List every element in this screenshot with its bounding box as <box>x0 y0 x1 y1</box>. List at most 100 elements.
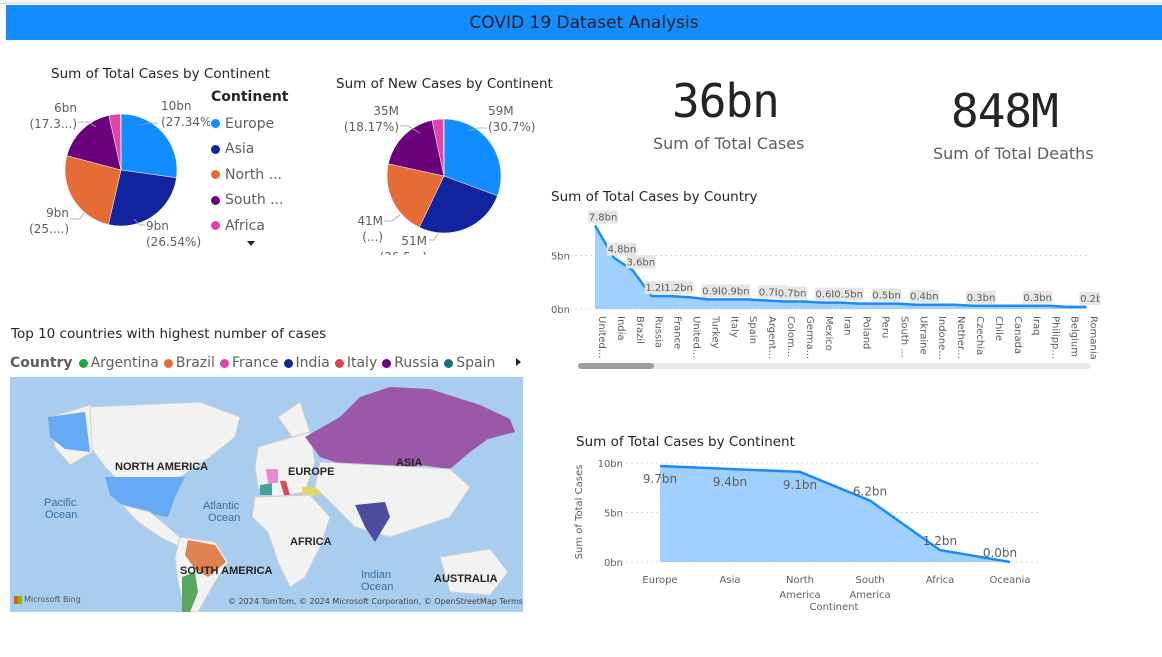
x-tick-label: Europe <box>642 575 677 586</box>
data-label: 0.9bn <box>721 286 750 297</box>
y-tick-label: 5bn <box>604 509 623 520</box>
pie2-title: Sum of New Cases by Continent <box>336 76 553 92</box>
pie-total-cases-chart[interactable]: 10bn (27.34%) 9bn (26.54%) 9bn (25....) 6bn (17… <box>0 85 210 255</box>
map-label: Ocean <box>361 581 393 593</box>
map-legend-item[interactable]: Brazil <box>163 355 215 371</box>
x-tick-label: Nether... <box>955 316 966 359</box>
x-tick-label: France <box>672 316 683 349</box>
pie-legend: Continent Europe Asia North ... South ... Af… <box>211 89 288 239</box>
australia-shape <box>439 548 509 596</box>
y-tick-label: 10bn <box>598 459 623 470</box>
map-legend-label: Russia <box>394 355 440 371</box>
legend-next-icon[interactable] <box>516 358 521 366</box>
pie-label-value: 51M <box>401 234 427 248</box>
map-legend-item[interactable]: Spain <box>444 355 495 371</box>
x-tick-label: Mexico <box>823 316 834 351</box>
continent-chart-title: Sum of Total Cases by Continent <box>576 434 795 450</box>
legend-dot <box>211 170 220 180</box>
kpi-total-cases-label: Sum of Total Cases <box>653 134 805 153</box>
map-legend-item[interactable]: India <box>283 355 330 371</box>
map-legend-item[interactable]: France <box>219 355 279 371</box>
pie-label-percent: (...) <box>362 230 383 244</box>
legend-item[interactable]: Africa <box>211 213 288 239</box>
legend-label: Africa <box>225 217 265 234</box>
y-tick-label: 0bn <box>604 558 623 569</box>
data-label: 0.0bn <box>983 546 1017 560</box>
dashboard-title: COVID 19 Dataset Analysis <box>469 12 699 33</box>
map-legend-item[interactable]: Russia <box>382 355 439 371</box>
legend-dot <box>211 221 220 231</box>
data-label: 0.4bn <box>910 292 939 303</box>
pie-label-percent: (26.54%) <box>146 235 201 249</box>
legend-item[interactable]: Europe <box>211 111 288 137</box>
x-tick-label: Indone... <box>936 316 947 360</box>
x-tick-label: Belgium <box>1069 316 1080 357</box>
map-canvas[interactable]: NORTH AMERICA EUROPE ASIA AFRICA SOUTH AMERI… <box>10 377 523 612</box>
data-label: 0.7bn <box>778 289 807 300</box>
map-legend-item[interactable]: Italy <box>334 355 378 371</box>
legend-more-icon[interactable] <box>247 241 255 246</box>
map-label: Atlantic <box>203 500 240 512</box>
map-legend-label: India <box>295 355 330 371</box>
map-legend-label: Argentina <box>90 355 159 371</box>
pie-label-value: 9bn <box>146 219 169 233</box>
x-tick-label: Spain <box>747 316 758 344</box>
map-legend-title: Country <box>10 355 73 371</box>
map-legend-item[interactable]: Argentina <box>78 355 159 371</box>
data-label: 9.4bn <box>713 475 747 489</box>
x-tick-label: United... <box>596 316 607 358</box>
map-label: AFRICA <box>290 536 332 548</box>
x-tick-label: Peru <box>880 316 891 338</box>
data-label: 3.6bn <box>627 257 656 268</box>
x-tick-label: Italy <box>728 316 739 338</box>
map-legend-label: France <box>231 355 279 371</box>
pie-leader-line <box>429 233 439 241</box>
x-tick-label: Brazil <box>634 316 645 344</box>
legend-item[interactable]: North ... <box>211 162 288 188</box>
scrollbar-thumb[interactable] <box>578 363 654 369</box>
data-label: 6.2bn <box>853 485 887 499</box>
x-tick-label: Iran <box>842 316 853 336</box>
x-tick-label: South <box>855 575 884 586</box>
spain-shape <box>260 483 272 495</box>
x-tick-label: South ... <box>898 316 909 358</box>
kpi-total-deaths-label: Sum of Total Deaths <box>933 144 1094 163</box>
legend-item[interactable]: South ... <box>211 188 288 214</box>
data-label: 1.2bn <box>664 283 693 294</box>
map-legend-dot <box>444 358 454 368</box>
legend-item[interactable]: Asia <box>211 137 288 163</box>
map-label: Pacific <box>44 497 77 509</box>
pie-leader-line <box>70 212 85 220</box>
x-tick-label: India <box>615 316 626 341</box>
x-tick-label: America <box>779 590 820 601</box>
top-strip <box>0 0 1162 4</box>
data-label: 9.7bn <box>643 472 677 486</box>
continent-area-chart[interactable]: 0bn 5bn 10bn 9.7bn 9.4bn 9.1bn 6.2bn 1.2bn 0.0bn… <box>566 450 1056 620</box>
map-legend-label: Italy <box>346 355 378 371</box>
scandinavia-shape <box>277 401 311 438</box>
map-attribution[interactable]: © 2024 TomTom, © 2024 Microsoft Corporat… <box>228 597 523 606</box>
x-tick-label: Colom... <box>785 316 796 357</box>
data-label: 1.2bn <box>923 534 957 548</box>
country-area-chart[interactable]: 5bn0bn7.8bn4.8bn3.6bn1.2bn1.2bn 0.9bn0.9b… <box>540 208 1100 363</box>
legend-label: Europe <box>225 115 275 132</box>
pie-label-percent: (26.5...) <box>379 250 427 255</box>
world-map[interactable]: NORTH AMERICA EUROPE ASIA AFRICA SOUTH AMERI… <box>10 377 523 612</box>
pie-label-value: 35M <box>373 104 399 118</box>
x-tick-label: United... <box>691 316 702 358</box>
alaska-shape <box>48 412 90 452</box>
scrollbar-track[interactable] <box>578 363 1091 369</box>
y-tick-label: 0bn <box>551 305 570 316</box>
x-tick-label: North <box>786 575 814 586</box>
legend-label: Asia <box>225 141 255 158</box>
map-label: NORTH AMERICA <box>115 461 208 473</box>
legend-label: North ... <box>225 166 282 183</box>
map-label: Ocean <box>45 509 77 521</box>
pie-label-percent: (30.7%) <box>488 120 535 134</box>
kpi-total-deaths-value: 848M <box>951 84 1059 138</box>
map-label: EUROPE <box>288 466 334 478</box>
map-label: Ocean <box>208 512 240 524</box>
pie-label-value: 41M <box>357 214 383 228</box>
bing-logo: Microsoft Bing <box>14 595 81 604</box>
pie-new-cases-chart[interactable]: 59M (30.7%) 51M (26.5...) 41M (...) 35M (18.17%… <box>330 95 570 255</box>
